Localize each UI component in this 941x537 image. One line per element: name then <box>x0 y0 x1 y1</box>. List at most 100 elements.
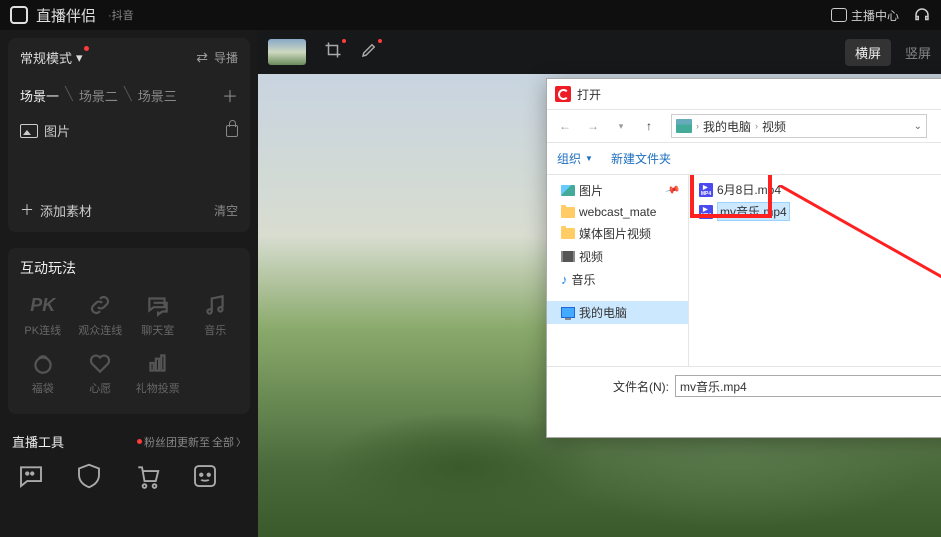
scene-tab-3[interactable]: 场景三 <box>138 86 177 105</box>
mp4-file-icon: MP4 <box>699 183 713 197</box>
file-item-2[interactable]: MP4 mv音乐.mp4 <box>695 200 941 223</box>
image-icon <box>20 124 38 138</box>
crop-button[interactable] <box>324 41 342 64</box>
nav-up-button[interactable]: ↑ <box>637 114 661 138</box>
tree-label: 音乐 <box>572 271 596 288</box>
link-icon <box>87 292 113 318</box>
breadcrumb-item-2[interactable]: 视频 <box>762 118 786 135</box>
switch-cast-button[interactable]: ⇄ 导播 <box>196 49 238 66</box>
file-name: mv音乐.mp4 <box>717 202 790 221</box>
content-toolbar-left <box>268 39 378 65</box>
app-topbar: 直播伴侣 ·抖音 主播中心 <box>0 0 941 30</box>
filename-value: mv音乐.mp4 <box>680 378 747 395</box>
tool-item-4[interactable] <box>190 461 220 496</box>
tree-video[interactable]: 视频 <box>547 245 688 268</box>
tree-label: 视频 <box>579 248 603 265</box>
switch-cast-label: 导播 <box>214 49 238 66</box>
content-toolbar-icons <box>324 41 378 64</box>
tools-header: 直播工具 粉丝团更新至 全部 〉 <box>0 422 258 453</box>
swap-icon: ⇄ <box>196 49 208 66</box>
tools-link-prefix: 粉丝团更新至 <box>144 434 210 450</box>
filename-input[interactable]: mv音乐.mp4 ⌄ <box>675 375 941 397</box>
add-material-button[interactable]: ＋ 添加素材 <box>20 200 92 220</box>
file-name: 6月8日.mp4 <box>717 181 781 198</box>
breadcrumb-bar[interactable]: › 我的电脑 › 视频 ⌄ <box>671 114 927 138</box>
host-center-icon <box>831 8 847 22</box>
clear-button[interactable]: 清空 <box>214 202 238 219</box>
file-item-1[interactable]: MP4 6月8日.mp4 <box>695 179 941 200</box>
tree-media[interactable]: 媒体图片视频 <box>547 222 688 245</box>
file-open-dialog: 打开 ✕ ← → ▾ ↑ › 我的电脑 › 视频 ⌄ <box>546 78 941 438</box>
dialog-footer: 文件名(N): mv音乐.mp4 ⌄ Videos (*.mkv;*.avi;*… <box>547 366 941 437</box>
file-list[interactable]: MP4 6月8日.mp4 MP4 mv音乐.mp4 <box>689 175 941 366</box>
computer-icon <box>561 307 575 318</box>
crop-icon <box>324 41 342 59</box>
music-note-icon <box>202 292 228 318</box>
interact-panel: 互动玩法 PK PK连线 观众连线 聊天室 音乐 <box>8 248 250 414</box>
app-logo-icon <box>10 6 28 24</box>
add-material-label: 添加素材 <box>40 201 92 220</box>
interact-audience[interactable]: 观众连线 <box>74 288 128 342</box>
path-dropdown-icon[interactable]: ⌄ <box>914 121 922 132</box>
topbar-left: 直播伴侣 ·抖音 <box>10 5 134 26</box>
interact-pk[interactable]: PK PK连线 <box>16 288 70 342</box>
nav-recent-button[interactable]: ▾ <box>609 114 633 138</box>
tool-item-2[interactable] <box>74 461 104 496</box>
edit-button[interactable] <box>360 41 378 64</box>
interact-vote[interactable]: 礼物投票 <box>131 346 185 400</box>
mode-row: 常规模式 ▾ ⇄ 导播 <box>8 38 250 77</box>
dialog-titlebar: 打开 ✕ <box>547 79 941 109</box>
interact-chat[interactable]: 聊天室 <box>131 288 185 342</box>
tool-item-1[interactable] <box>16 461 46 496</box>
tree-music[interactable]: ♪音乐 <box>547 268 688 291</box>
interact-title: 互动玩法 <box>8 248 250 282</box>
mode-selector[interactable]: 常规模式 ▾ <box>20 48 83 67</box>
interact-wish[interactable]: 心愿 <box>74 346 128 400</box>
image-source-row[interactable]: 图片 <box>8 113 250 150</box>
nav-back-button[interactable]: ← <box>553 114 577 138</box>
scene-thumbnail[interactable] <box>268 39 306 65</box>
comment-tool-icon <box>16 461 46 491</box>
headset-icon <box>913 6 931 24</box>
orient-vertical[interactable]: 竖屏 <box>905 43 931 62</box>
tree-webcast[interactable]: webcast_mate <box>547 202 688 222</box>
dialog-title-left: 打开 <box>555 86 601 103</box>
panel-spacer <box>8 150 250 190</box>
dialog-title: 打开 <box>577 86 601 103</box>
video-location-icon <box>676 119 692 133</box>
lock-icon[interactable] <box>226 125 238 137</box>
interact-label: 观众连线 <box>78 322 122 338</box>
scene-tab-1[interactable]: 场景一 <box>20 86 59 105</box>
interact-label: 礼物投票 <box>136 380 180 396</box>
tree-label: 媒体图片视频 <box>579 225 651 242</box>
tool-item-3[interactable] <box>132 461 162 496</box>
tree-mypc[interactable]: 我的电脑 <box>547 301 688 324</box>
scene-tab-2[interactable]: 场景二 <box>79 86 118 105</box>
host-center-button[interactable]: 主播中心 <box>831 7 899 24</box>
new-folder-button[interactable]: 新建文件夹 <box>611 150 671 167</box>
organize-menu[interactable]: 组织▼ <box>557 150 593 167</box>
tree-pictures[interactable]: 图片📌 <box>547 179 688 202</box>
interact-label: 福袋 <box>32 380 54 396</box>
orient-horizontal[interactable]: 横屏 <box>845 39 891 66</box>
dialog-body: 图片📌 webcast_mate 媒体图片视频 视频 ♪音乐 我的电脑 MP4 … <box>547 175 941 366</box>
nav-refresh-button[interactable] <box>937 114 941 138</box>
scene-tabs: 场景一 ╲ 场景二 ╲ 场景三 ＋ <box>8 77 250 113</box>
tools-all-link[interactable]: 粉丝团更新至 全部 〉 <box>137 434 246 450</box>
interact-music[interactable]: 音乐 <box>189 288 243 342</box>
interact-bag[interactable]: 福袋 <box>16 346 70 400</box>
breadcrumb-item-1[interactable]: 我的电脑 <box>703 118 751 135</box>
tree-spacer <box>547 291 688 301</box>
chat-icon <box>145 292 171 318</box>
filename-label: 文件名(N): <box>557 378 669 395</box>
interact-label: PK连线 <box>24 322 61 338</box>
breadcrumb-sep: › <box>696 121 699 131</box>
folder-tree[interactable]: 图片📌 webcast_mate 媒体图片视频 视频 ♪音乐 我的电脑 <box>547 175 689 366</box>
folder-icon <box>561 228 575 239</box>
add-scene-button[interactable]: ＋ <box>222 83 238 107</box>
headset-button[interactable] <box>913 6 931 24</box>
nav-forward-button[interactable]: → <box>581 114 605 138</box>
tools-row <box>0 453 258 496</box>
mode-label: 常规模式 <box>20 48 72 67</box>
app-title: 直播伴侣 <box>36 5 96 26</box>
